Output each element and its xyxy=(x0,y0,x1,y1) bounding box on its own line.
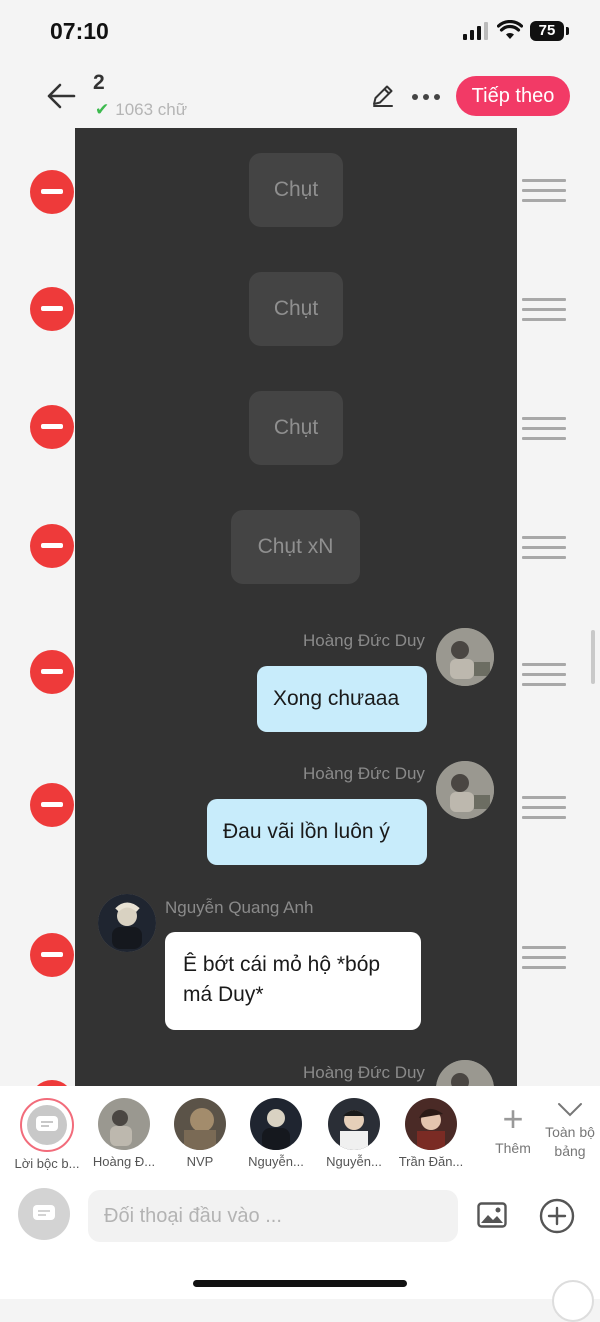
delete-message-button[interactable] xyxy=(30,405,74,449)
character-label: Hoàng Đ... xyxy=(92,1154,156,1169)
system-message[interactable]: Chụt xyxy=(249,153,343,227)
chat-bubble-icon xyxy=(27,1105,67,1145)
character-narrator[interactable]: Lời bộc b... xyxy=(9,1098,85,1171)
show-all-characters-button[interactable]: Toàn bộ bảng xyxy=(540,1102,600,1161)
character-label: Trần Đăn... xyxy=(398,1154,464,1169)
word-count-label: 1063 chữ xyxy=(115,100,188,119)
character-item[interactable]: Trần Đăn... xyxy=(393,1098,469,1169)
character-label: Lời bộc b... xyxy=(14,1156,80,1171)
message-bubble[interactable]: Ê bớt cái mỏ hộ *bóp má Duy* xyxy=(165,932,421,1030)
drag-handle-icon[interactable] xyxy=(522,663,566,693)
dialogue-input[interactable] xyxy=(88,1190,458,1242)
avatar xyxy=(98,894,156,952)
drag-handle-icon[interactable] xyxy=(522,417,566,447)
battery-icon: 75 xyxy=(530,21,569,41)
avatar xyxy=(436,628,494,686)
character-label: Nguyễn... xyxy=(248,1154,304,1169)
character-item[interactable]: NVP xyxy=(162,1098,238,1169)
delete-message-button[interactable] xyxy=(30,287,74,331)
character-label: Nguyễn... xyxy=(326,1154,382,1169)
drag-handle-icon[interactable] xyxy=(522,796,566,826)
avatar xyxy=(328,1098,380,1150)
message-type-button[interactable] xyxy=(18,1188,70,1240)
check-icon: ✔ xyxy=(95,100,110,119)
character-item[interactable]: Hoàng Đ... xyxy=(86,1098,162,1169)
scrollbar[interactable] xyxy=(591,630,595,684)
avatar xyxy=(98,1098,150,1150)
image-icon[interactable] xyxy=(477,1202,507,1228)
wifi-icon xyxy=(497,20,523,39)
home-indicator xyxy=(193,1280,407,1287)
delete-message-button[interactable] xyxy=(30,524,74,568)
character-bar: Lời bộc b... Hoàng Đ... NVP Nguyễn... Ng… xyxy=(0,1086,600,1176)
signal-icon xyxy=(463,22,488,40)
delete-message-button[interactable] xyxy=(30,783,74,827)
editor-header: 2 ✔ 1063 chữ Tiếp theo xyxy=(0,62,600,129)
drag-handle-icon[interactable] xyxy=(522,946,566,976)
message-bubble[interactable]: Xong chưaaa xyxy=(257,666,427,732)
system-message[interactable]: Chụt xyxy=(249,391,343,465)
drag-handle-icon[interactable] xyxy=(522,179,566,209)
word-count: ✔ 1063 chữ xyxy=(95,100,187,120)
plus-icon: + xyxy=(502,1098,524,1139)
chat-bubble-icon xyxy=(33,1205,55,1220)
system-message[interactable]: Chụt xyxy=(249,272,343,346)
scroll-up-button[interactable] xyxy=(552,1280,594,1322)
chat-editor: Chụt Chụt Chụt Chụt xN Hoàng Đức Duy Xon… xyxy=(0,128,600,1086)
avatar xyxy=(405,1098,457,1150)
sender-name: Hoàng Đức Duy xyxy=(303,1063,425,1082)
sender-name: Nguyễn Quang Anh xyxy=(165,898,314,917)
delete-message-button[interactable] xyxy=(30,650,74,694)
drag-handle-icon[interactable] xyxy=(522,298,566,328)
avatar xyxy=(436,761,494,819)
delete-message-button[interactable] xyxy=(30,933,74,977)
delete-message-button[interactable] xyxy=(30,170,74,214)
chapter-title[interactable]: 2 xyxy=(93,71,105,95)
back-arrow-icon[interactable] xyxy=(44,80,78,112)
system-message[interactable]: Chụt xN xyxy=(231,510,360,584)
avatar xyxy=(250,1098,302,1150)
more-options-icon[interactable] xyxy=(412,94,440,100)
character-label: NVP xyxy=(186,1154,214,1169)
next-button[interactable]: Tiếp theo xyxy=(456,76,570,116)
character-item[interactable]: Nguyễn... xyxy=(316,1098,392,1169)
sender-name: Hoàng Đức Duy xyxy=(303,631,425,650)
chevron-down-icon xyxy=(558,1103,582,1117)
status-time: 07:10 xyxy=(50,18,109,44)
input-row xyxy=(0,1176,600,1322)
add-character-label: Thêm xyxy=(495,1140,531,1156)
drag-handle-icon[interactable] xyxy=(522,536,566,566)
show-all-label: Toàn bộ bảng xyxy=(545,1124,595,1159)
avatar xyxy=(174,1098,226,1150)
character-item[interactable]: Nguyễn... xyxy=(238,1098,314,1169)
edit-pen-icon[interactable] xyxy=(370,82,396,108)
plus-circle-icon[interactable] xyxy=(539,1198,575,1234)
add-character-button[interactable]: + Thêm xyxy=(492,1098,534,1157)
status-bar: 07:10 75 xyxy=(0,0,600,62)
sender-name: Hoàng Đức Duy xyxy=(303,764,425,783)
message-bubble[interactable]: Đau vãi lồn luôn ý xyxy=(207,799,427,865)
